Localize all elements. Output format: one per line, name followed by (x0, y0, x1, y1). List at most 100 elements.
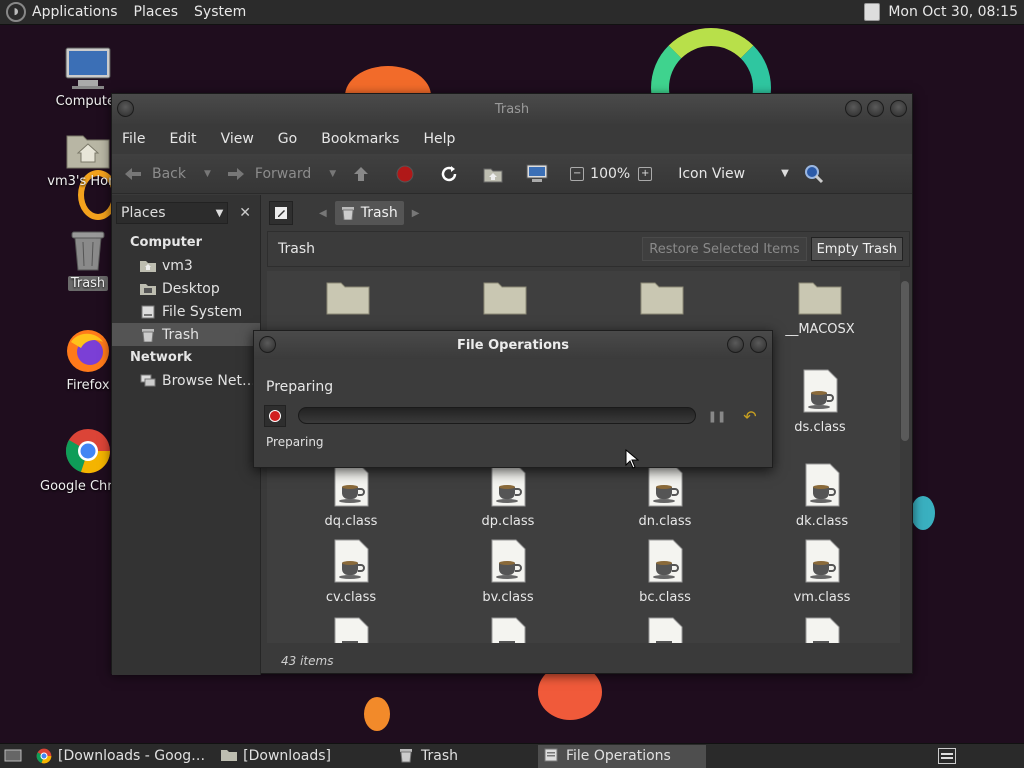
zoom-in-icon[interactable]: + (638, 166, 653, 181)
file-item-class[interactable] (443, 617, 573, 643)
taskbar-item-trash[interactable]: Trash (393, 745, 464, 768)
restore-selected-button[interactable]: Restore Selected Items (642, 237, 807, 261)
file-item-class[interactable]: dp.class (443, 463, 573, 529)
dialog-titlebar[interactable]: File Operations (254, 331, 772, 359)
file-item-folder[interactable] (597, 277, 727, 322)
sidebar-close-icon[interactable]: ✕ (234, 202, 256, 224)
file-item-class[interactable]: vm.class (757, 539, 887, 605)
folder-icon (640, 282, 684, 315)
sidebar-heading-computer: Computer (130, 235, 203, 250)
window-menu-button[interactable] (117, 100, 134, 117)
file-item-class[interactable]: dk.class (757, 463, 887, 529)
distro-logo-icon[interactable]: ◗ (6, 2, 26, 22)
minimize-button[interactable] (845, 100, 862, 117)
menu-applications[interactable]: Applications (32, 4, 118, 20)
scrollbar-thumb[interactable] (901, 281, 909, 441)
dialog-minimize-button[interactable] (727, 336, 744, 353)
show-desktop-button[interactable] (0, 745, 26, 768)
trash-info-bar: Trash Restore Selected Items Empty Trash (267, 231, 910, 267)
computer-icon (64, 46, 112, 90)
stop-button[interactable] (394, 163, 424, 185)
dialog-close-button[interactable] (750, 336, 767, 353)
firefox-icon (65, 328, 111, 374)
file-item-folder[interactable] (283, 277, 413, 322)
zoom-out-icon[interactable]: − (570, 166, 585, 181)
item-count: 43 items (281, 654, 334, 668)
menu-system[interactable]: System (194, 4, 246, 20)
back-button[interactable]: Back ▼ (122, 163, 211, 185)
notes-applet-icon[interactable] (864, 3, 881, 21)
sidebar-item-trash[interactable]: Trash (112, 323, 260, 346)
search-button[interactable] (803, 163, 833, 185)
stop-icon (394, 163, 416, 185)
computer-button[interactable] (526, 163, 556, 185)
taskbar-item-file-operations[interactable]: File Operations (537, 744, 706, 768)
zoom-control: − 100% + (570, 166, 664, 182)
file-item-class[interactable]: cv.class (286, 539, 416, 605)
menu-bookmarks[interactable]: Bookmarks (321, 131, 399, 147)
search-icon (803, 163, 825, 185)
file-item-class[interactable]: ds.class (755, 369, 885, 435)
crumb-right-arrow-icon[interactable]: ▶ (412, 208, 420, 219)
pause-button[interactable]: ❚❚ (707, 407, 727, 425)
file-operations-icon (544, 748, 558, 762)
view-mode-select[interactable]: Icon View ▼ (678, 166, 789, 182)
status-bar: 43 items (265, 647, 912, 675)
empty-trash-button[interactable]: Empty Trash (810, 237, 903, 261)
crumb-left-arrow-icon[interactable]: ◀ (319, 208, 327, 219)
file-item-class[interactable]: bc.class (600, 539, 730, 605)
operation-detail: Preparing (266, 435, 324, 449)
cancel-operation-button[interactable] (264, 405, 286, 427)
maximize-button[interactable] (867, 100, 884, 117)
menu-file[interactable]: File (122, 131, 145, 147)
window-list-icon[interactable] (938, 748, 956, 764)
drive-icon (140, 305, 156, 319)
file-item-class[interactable] (600, 617, 730, 643)
sidebar-item-desktop[interactable]: Desktop (112, 277, 260, 300)
undo-icon[interactable]: ↶ (738, 405, 762, 427)
java-class-file-icon (491, 617, 526, 643)
file-item-class[interactable] (757, 617, 887, 643)
window-titlebar[interactable]: Trash (112, 94, 912, 124)
menu-go[interactable]: Go (278, 131, 297, 147)
java-class-file-icon (805, 539, 840, 583)
dialog-menu-button[interactable] (259, 336, 276, 353)
zoom-level[interactable]: 100% (590, 166, 630, 182)
reload-icon (438, 163, 460, 185)
back-dropdown-icon[interactable]: ▼ (204, 169, 211, 179)
folder-icon (326, 282, 370, 315)
up-arrow-icon (350, 163, 372, 185)
forward-button[interactable]: Forward ▼ (225, 163, 336, 185)
forward-dropdown-icon[interactable]: ▼ (329, 169, 336, 179)
sidebar-item-browse-network[interactable]: Browse Net… (112, 369, 260, 392)
taskbar-item-chrome[interactable]: [Downloads - Goog… (30, 745, 211, 768)
file-item-class[interactable]: bv.class (443, 539, 573, 605)
close-button[interactable] (890, 100, 907, 117)
menu-view[interactable]: View (221, 131, 254, 147)
file-item-class[interactable] (286, 617, 416, 643)
sidebar-item-filesystem[interactable]: File System (112, 300, 260, 323)
taskbar-item-downloads[interactable]: [Downloads] (215, 745, 337, 768)
computer-icon (526, 163, 548, 185)
file-item-class[interactable]: dn.class (600, 463, 730, 529)
file-item-folder[interactable]: __MACOSX (755, 277, 885, 337)
window-title: Trash (494, 101, 530, 117)
file-item-class[interactable]: dq.class (286, 463, 416, 529)
file-item-folder[interactable] (440, 277, 570, 322)
places-selector[interactable]: Places ▼ (116, 202, 229, 224)
desktop-folder-icon (140, 282, 156, 296)
home-button[interactable] (482, 163, 512, 185)
menu-places[interactable]: Places (134, 4, 179, 20)
reload-button[interactable] (438, 163, 468, 185)
clock[interactable]: Mon Oct 30, 08:15 (888, 4, 1018, 20)
vertical-scrollbar[interactable] (900, 271, 910, 643)
up-button[interactable] (350, 163, 380, 185)
sidebar-item-vm3[interactable]: vm3 (112, 254, 260, 277)
crumb-trash[interactable]: Trash (334, 201, 404, 225)
edit-location-button[interactable] (269, 201, 293, 225)
dialog-title: File Operations (456, 337, 570, 353)
menu-edit[interactable]: Edit (169, 131, 196, 147)
trash-icon (341, 207, 354, 220)
forward-arrow-icon (225, 163, 247, 185)
menu-help[interactable]: Help (423, 131, 455, 147)
